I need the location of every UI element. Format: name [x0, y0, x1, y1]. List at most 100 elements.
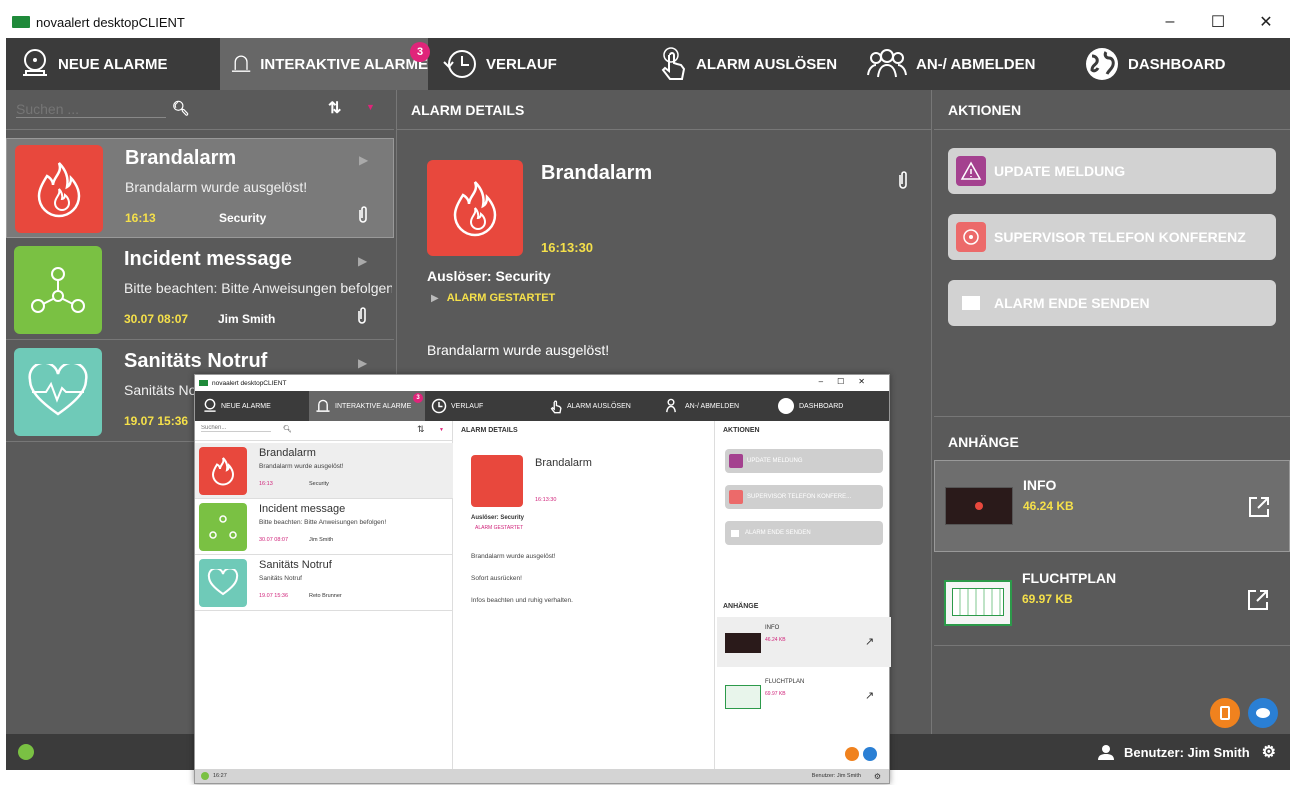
secondary-item-time: 19.07 15:36	[259, 593, 289, 599]
secondary-attachment-item[interactable]: INFO 46.24 KB ↗	[717, 617, 891, 667]
clipboard-fab-icon[interactable]	[845, 747, 859, 761]
sort-az-icon[interactable]: ⇅	[328, 98, 341, 118]
open-external-icon[interactable]: ↗	[865, 689, 874, 702]
search-input[interactable]	[16, 101, 166, 118]
play-arrow-icon: ▶	[359, 153, 369, 167]
attachment-thumbnail	[944, 580, 1012, 626]
secondary-sort-dropdown-icon[interactable]: ▼	[439, 427, 444, 433]
secondary-supervisor-button[interactable]: SUPERVISOR TELEFON KONFERE...	[725, 485, 883, 509]
chat-fab-icon[interactable]	[1248, 698, 1278, 728]
nav-neue-alarme[interactable]: NEUE ALARME	[20, 38, 220, 90]
nav-alarm-ausloesen[interactable]: ALARM AUSLÖSEN	[658, 38, 838, 90]
online-status-icon	[18, 744, 34, 760]
secondary-item-desc: Bitte beachten: Bitte Anweisungen befolg…	[259, 519, 387, 526]
secondary-window-controls[interactable]: –☐✕	[819, 377, 879, 386]
interaktive-alarme-count-badge: 3	[410, 42, 430, 62]
secondary-attachment-size: 46.24 KB	[765, 637, 786, 643]
list-item-desc: Bitte beachten: Bitte Anweisungen befolg…	[124, 280, 392, 296]
secondary-attachment-name: INFO	[765, 625, 780, 631]
secondary-nav-an-abmelden[interactable]: AN-/ ABMELDEN	[661, 391, 739, 421]
secondary-search-input[interactable]	[201, 425, 271, 432]
open-external-icon[interactable]: ↗	[865, 635, 874, 648]
supervisor-telefon-konferenz-label: SUPERVISOR TELEFON KONFERENZ	[994, 229, 1246, 245]
list-item[interactable]: Brandalarm Brandalarm wurde ausgelöst! 1…	[6, 138, 394, 238]
sort-dropdown-icon[interactable]: ▼	[366, 102, 375, 112]
nav-alarm-ausloesen-label: ALARM AUSLÖSEN	[696, 55, 838, 73]
history-clock-icon	[443, 50, 476, 78]
secondary-list-item[interactable]: Sanitäts Notruf Sanitäts Notruf 19.07 15…	[195, 555, 453, 611]
open-external-icon[interactable]	[1247, 495, 1271, 519]
play-arrow-icon: ▶	[358, 356, 368, 370]
attachment-thumbnail	[945, 487, 1013, 525]
secondary-list-item[interactable]: Brandalarm Brandalarm wurde ausgelöst! 1…	[195, 443, 453, 499]
secondary-update-button[interactable]: UPDATE MELDUNG	[725, 449, 883, 473]
history-clock-icon	[431, 398, 447, 414]
details-trigger: Auslöser: Security	[427, 268, 551, 284]
secondary-nav-alarm-ausloesen[interactable]: ALARM AUSLÖSEN	[549, 391, 631, 421]
close-button[interactable]: ✕	[1242, 6, 1290, 38]
details-paperclip-icon[interactable]	[897, 170, 909, 190]
update-meldung-button[interactable]: UPDATE MELDUNG	[948, 148, 1276, 194]
nav-an-abmelden[interactable]: AN-/ ABMELDEN	[866, 38, 1046, 90]
open-external-icon[interactable]	[1246, 588, 1270, 612]
secondary-item-time: 30.07 08:07	[259, 537, 289, 543]
nav-verlauf[interactable]: VERLAUF	[442, 38, 592, 90]
secondary-nav-dashboard[interactable]: DASHBOARD	[777, 391, 843, 421]
network-icon	[14, 246, 102, 334]
secondary-item-desc: Brandalarm wurde ausgelöst!	[259, 463, 344, 470]
users-group-icon	[666, 398, 676, 413]
users-group-icon	[867, 49, 907, 78]
nav-an-abmelden-label: AN-/ ABMELDEN	[916, 55, 1036, 73]
secondary-window: novaalert desktopCLIENT –☐✕ NEUE ALARME …	[194, 374, 891, 784]
fire-icon	[15, 145, 103, 233]
settings-gear-icon[interactable]: ⚙	[1262, 742, 1276, 762]
secondary-nav-interaktive-alarme[interactable]: INTERAKTIVE ALARME	[309, 391, 425, 421]
attachment-item[interactable]: INFO 46.24 KB	[934, 460, 1290, 552]
nav-interaktive-alarme-label: INTERAKTIVE ALARME	[260, 55, 428, 73]
settings-gear-icon[interactable]: ⚙	[874, 772, 881, 781]
secondary-sort-icon[interactable]: ⇅	[417, 424, 425, 435]
attachment-size: 46.24 KB	[1023, 499, 1074, 513]
chat-fab-icon[interactable]	[863, 747, 877, 761]
paperclip-icon	[358, 307, 366, 324]
end-square-icon	[731, 529, 739, 537]
supervisor-telefon-konferenz-button[interactable]: SUPERVISOR TELEFON KONFERENZ	[948, 214, 1276, 260]
conference-call-icon	[729, 490, 743, 504]
secondary-list-item[interactable]: Incident message Bitte beachten: Bitte A…	[195, 499, 453, 555]
secondary-item-desc: Sanitäts Notruf	[259, 575, 302, 582]
secondary-attachments-header: ANHÄNGE	[723, 603, 759, 610]
secondary-details-line: Sofort ausrücken!	[471, 575, 522, 582]
secondary-title-bar: novaalert desktopCLIENT –☐✕	[195, 375, 889, 391]
attachment-item[interactable]: FLUCHTPLAN 69.97 KB	[934, 554, 1290, 646]
touch-hand-icon	[661, 47, 686, 80]
actions-panel: AKTIONEN UPDATE MELDUNG SUPERVISOR TELEF…	[934, 90, 1290, 734]
clipboard-fab-icon[interactable]	[1210, 698, 1240, 728]
nav-interaktive-alarme[interactable]: INTERAKTIVE ALARME	[220, 38, 428, 90]
nav-dashboard-label: DASHBOARD	[1128, 55, 1226, 73]
secondary-end-label: ALARM ENDE SENDEN	[745, 530, 811, 536]
fire-icon	[199, 447, 247, 495]
secondary-supervisor-label: SUPERVISOR TELEFON KONFERE...	[747, 494, 852, 500]
list-item[interactable]: Incident message Bitte beachten: Bitte A…	[6, 240, 394, 340]
details-message: Brandalarm wurde ausgelöst!	[427, 342, 610, 358]
search-icon[interactable]: 🔍︎	[172, 100, 190, 117]
details-time: 16:13:30	[541, 240, 594, 255]
secondary-search-icon[interactable]: 🔍︎	[283, 425, 292, 433]
secondary-nav-verlauf[interactable]: VERLAUF	[429, 391, 483, 421]
user-icon	[1097, 745, 1114, 760]
secondary-end-button[interactable]: ALARM ENDE SENDEN	[725, 521, 883, 545]
secondary-list-panel: 🔍︎ ⇅ ▼ Brandalarm Brandalarm wurde ausge…	[195, 421, 453, 769]
list-item-time: 30.07 08:07	[124, 312, 189, 326]
warning-icon	[956, 156, 986, 186]
secondary-item-title: Sanitäts Notruf	[259, 559, 332, 571]
secondary-attachment-item[interactable]: FLUCHTPLAN 69.97 KB ↗	[717, 671, 891, 721]
minimize-button[interactable]: –	[1146, 6, 1194, 38]
secondary-actions-header: AKTIONEN	[723, 427, 760, 434]
secondary-details-header: ALARM DETAILS	[461, 427, 518, 434]
nav-dashboard[interactable]: DASHBOARD	[1084, 38, 1264, 90]
network-icon	[199, 503, 247, 551]
alarm-ende-senden-button[interactable]: ALARM ENDE SENDEN	[948, 280, 1276, 326]
secondary-nav-neue-alarme[interactable]: NEUE ALARME	[203, 391, 271, 421]
maximize-button[interactable]: ☐	[1194, 6, 1242, 38]
secondary-details-time: 16:13:30	[535, 497, 557, 503]
